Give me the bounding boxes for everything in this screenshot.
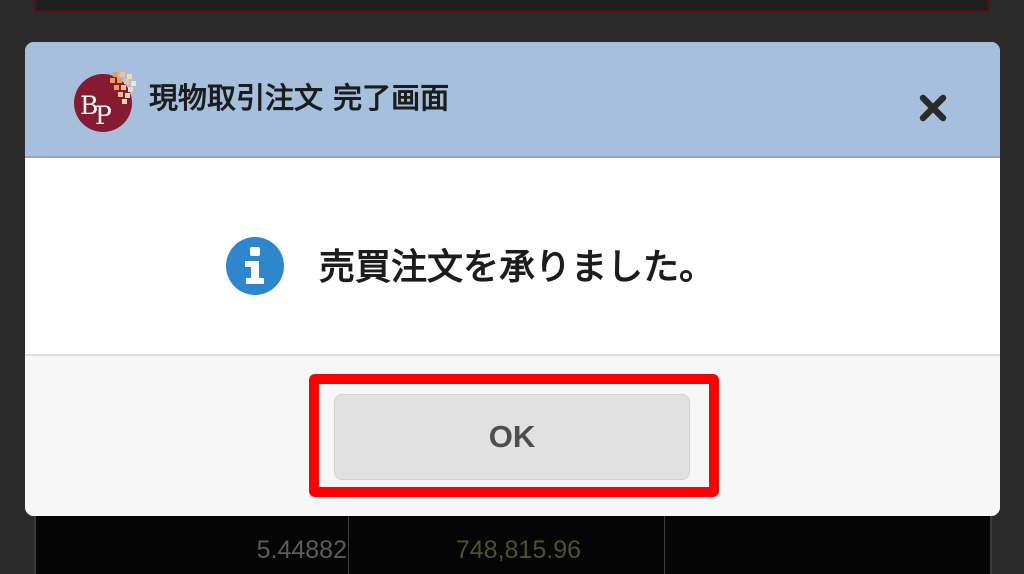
confirmation-message: 売買注文を承りました。	[319, 247, 716, 288]
bp-logo-icon: B P	[74, 72, 136, 132]
dialog-header: B P 現物取引注文 完了画面	[25, 42, 1000, 158]
dialog-body: 売買注文を承りました。	[25, 158, 1000, 354]
ok-button[interactable]: OK	[334, 394, 690, 480]
dialog-footer: OK	[25, 354, 1000, 516]
background-cell-value: 5.44882	[256, 536, 347, 564]
order-complete-dialog: B P 現物取引注文 完了画面 売買注文を承りました。 OK	[25, 42, 1000, 516]
svg-text:P: P	[95, 101, 112, 130]
table-column-divider	[664, 514, 665, 574]
table-column-divider	[348, 514, 349, 574]
background-top-panel	[34, 0, 990, 12]
background-cell-value: 748,815.96	[455, 536, 581, 564]
dialog-title: 現物取引注文 完了画面	[149, 81, 450, 115]
close-icon[interactable]	[913, 88, 953, 128]
info-icon	[226, 237, 284, 295]
